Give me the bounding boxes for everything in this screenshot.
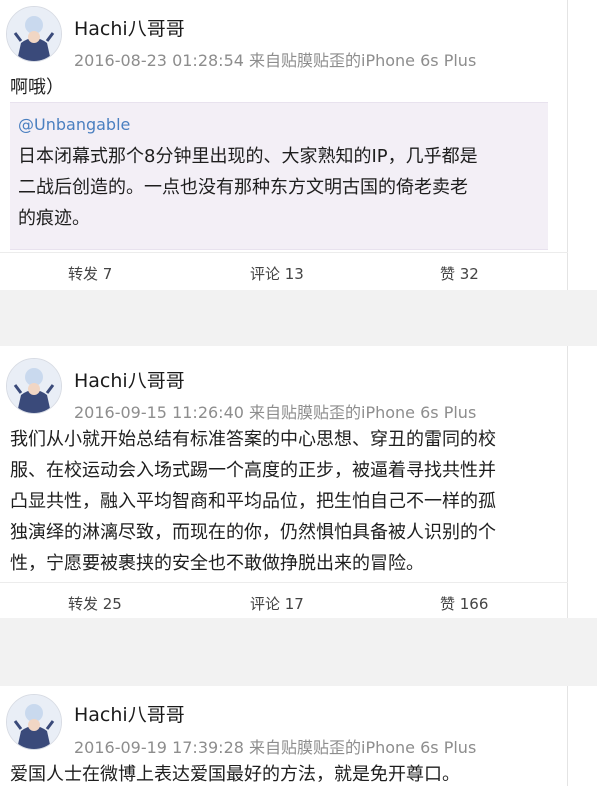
- post-meta: 2016-09-19 17:39:28 来自贴膜贴歪的iPhone 6s Plu…: [74, 738, 477, 757]
- avatar-icon: [7, 7, 61, 61]
- avatar-icon: [7, 359, 61, 413]
- feed-gap: [0, 290, 597, 346]
- post-text: 我们从小就开始总结有标准答案的中心思想、穿丑的雷同的校 服、在校运动会入场式踢一…: [10, 424, 555, 579]
- post-text-line: 爱国人士在微博上表达爱国最好的方法，就是免开尊口。: [10, 764, 460, 785]
- feed-gap: [0, 618, 597, 686]
- user-name[interactable]: Hachi八哥哥: [74, 14, 185, 41]
- avatar[interactable]: [6, 358, 62, 414]
- avatar[interactable]: [6, 694, 62, 750]
- card-border: [567, 686, 568, 786]
- post-text-line: 凸显共性，融入平均智商和平均品位，把生怕自己不一样的孤: [10, 491, 496, 512]
- post-text: 啊哦）: [10, 72, 555, 103]
- like-button[interactable]: 赞 32: [440, 263, 479, 284]
- action-bar: 转发 7 评论 13 赞 32: [0, 252, 568, 293]
- card-border: [567, 346, 568, 618]
- post-text-line: 独演绎的淋漓尽致，而现在的你，仍然惧怕具备被人识别的个: [10, 522, 496, 543]
- quoted-text-line: 日本闭幕式那个8分钟里出现的、大家熟知的IP，几乎都是: [18, 146, 478, 167]
- avatar[interactable]: [6, 6, 62, 62]
- weibo-post: Hachi八哥哥 2016-09-15 11:26:40 来自贴膜贴歪的iPho…: [0, 346, 568, 618]
- weibo-post: Hachi八哥哥 2016-09-19 17:39:28 来自贴膜贴歪的iPho…: [0, 686, 568, 786]
- post-meta: 2016-09-15 11:26:40 来自贴膜贴歪的iPhone 6s Plu…: [74, 403, 477, 422]
- action-bar: 转发 25 评论 17 赞 166: [0, 582, 568, 623]
- user-name[interactable]: Hachi八哥哥: [74, 366, 185, 393]
- post-text: 爱国人士在微博上表达爱国最好的方法，就是免开尊口。: [10, 759, 555, 790]
- quoted-text-line: 二战后创造的。一点也没有那种东方文明古国的倚老卖老: [18, 177, 468, 198]
- weibo-post: Hachi八哥哥 2016-08-23 01:28:54 来自贴膜贴歪的iPho…: [0, 0, 568, 290]
- avatar-icon: [7, 695, 61, 749]
- post-text-line: 啊哦）: [10, 77, 64, 98]
- like-button[interactable]: 赞 166: [440, 593, 488, 614]
- post-text-line: 性，宁愿要被裹挟的安全也不敢做挣脱出来的冒险。: [10, 553, 424, 574]
- quoted-post[interactable]: @Unbangable 日本闭幕式那个8分钟里出现的、大家熟知的IP，几乎都是 …: [10, 102, 548, 250]
- repost-button[interactable]: 转发 7: [68, 263, 112, 284]
- quoted-text-line: 的痕迹。: [18, 208, 90, 229]
- comment-button[interactable]: 评论 17: [250, 593, 304, 614]
- card-border: [567, 0, 568, 290]
- post-meta: 2016-08-23 01:28:54 来自贴膜贴歪的iPhone 6s Plu…: [74, 51, 477, 70]
- comment-button[interactable]: 评论 13: [250, 263, 304, 284]
- quoted-text: 日本闭幕式那个8分钟里出现的、大家熟知的IP，几乎都是 二战后创造的。一点也没有…: [18, 141, 540, 234]
- repost-button[interactable]: 转发 25: [68, 593, 122, 614]
- quoted-user-mention[interactable]: @Unbangable: [18, 115, 130, 134]
- post-text-line: 我们从小就开始总结有标准答案的中心思想、穿丑的雷同的校: [10, 429, 496, 450]
- post-text-line: 服、在校运动会入场式踢一个高度的正步，被逼着寻找共性并: [10, 460, 496, 481]
- user-name[interactable]: Hachi八哥哥: [74, 700, 185, 727]
